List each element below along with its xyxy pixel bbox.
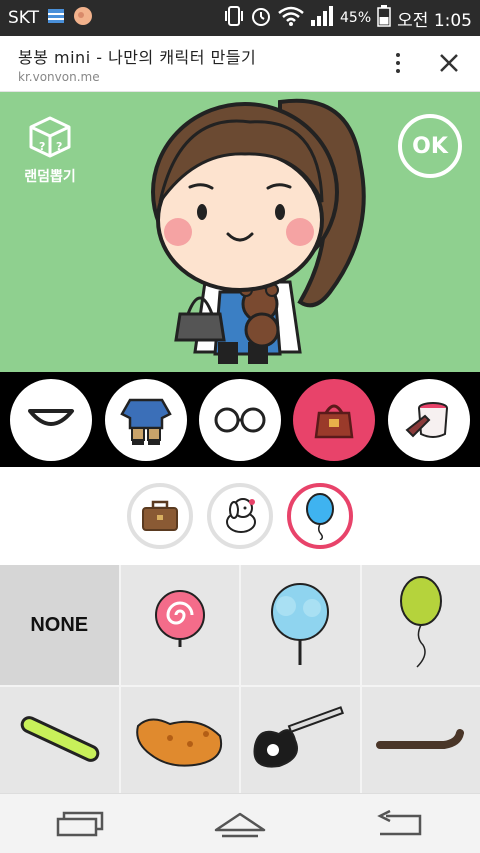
ok-button[interactable]: OK <box>398 114 462 178</box>
data-usage-icon <box>47 7 65 30</box>
home-icon <box>214 812 266 837</box>
category-paint-button[interactable] <box>387 378 470 461</box>
back-icon <box>377 809 422 835</box>
item-electric-guitar[interactable] <box>241 687 360 795</box>
wifi-icon <box>278 6 304 31</box>
subcategory-balloon-button[interactable] <box>287 483 353 549</box>
electric-guitar-icon <box>253 706 345 768</box>
lollipop-icon <box>154 590 205 647</box>
bag-icon <box>314 404 354 438</box>
signal-icon <box>310 5 334 31</box>
svg-text:?: ? <box>56 140 62 153</box>
home-button[interactable] <box>210 804 270 844</box>
close-icon <box>440 54 458 72</box>
balloon-icon <box>306 493 334 540</box>
none-label: NONE <box>30 613 89 636</box>
category-bar <box>0 372 480 467</box>
status-bar: SKT 45% 오전 1:05 <box>0 0 480 36</box>
category-glasses-button[interactable] <box>198 378 281 461</box>
item-lollipop[interactable] <box>120 565 239 685</box>
paint-bucket-icon <box>405 401 448 438</box>
item-cane[interactable] <box>361 687 480 795</box>
vibrate-icon <box>224 5 244 32</box>
page-title: 봉봉 mini - 나만의 캐릭터 만들기 <box>18 48 257 67</box>
character-avatar <box>151 98 366 364</box>
item-cotton-candy[interactable] <box>241 565 360 685</box>
cane-icon <box>375 729 464 749</box>
glasses-icon <box>214 407 266 432</box>
category-outfit-button[interactable] <box>104 378 187 461</box>
alarm-icon <box>250 5 272 32</box>
notification-avatar-icon <box>73 6 93 31</box>
mouth-icon <box>28 408 75 426</box>
item-green-balloon[interactable] <box>361 565 480 685</box>
recent-apps-icon <box>56 811 104 836</box>
browser-header: 봉봉 mini - 나만의 캐릭터 만들기 kr.vonvon.me <box>0 36 480 92</box>
fried-chicken-icon <box>136 718 222 767</box>
item-glow-stick[interactable] <box>0 687 119 795</box>
page-url: kr.vonvon.me <box>18 70 100 84</box>
outfit-icon <box>119 398 172 445</box>
subcategory-pet-button[interactable] <box>207 483 273 549</box>
random-pick-label: 랜덤뽑기 <box>24 169 76 185</box>
back-button[interactable] <box>370 804 430 844</box>
subcategory-briefcase-button[interactable] <box>127 483 193 549</box>
carrier-label: SKT <box>8 8 40 28</box>
recent-apps-button[interactable] <box>50 804 110 844</box>
close-button[interactable] <box>434 48 464 78</box>
dog-icon <box>226 498 256 533</box>
overflow-menu-button[interactable] <box>386 48 410 78</box>
cotton-candy-icon <box>271 583 330 665</box>
random-pick-button[interactable]: ? ? 랜덤뽑기 <box>14 114 86 185</box>
svg-text:?: ? <box>39 140 45 153</box>
item-none[interactable]: NONE <box>0 565 119 685</box>
green-balloon-icon <box>399 576 442 668</box>
category-mouth-button[interactable] <box>10 378 93 461</box>
item-fried-chicken[interactable] <box>120 687 239 795</box>
category-bag-button[interactable] <box>293 378 376 461</box>
briefcase-icon <box>142 500 178 531</box>
battery-icon <box>377 4 391 32</box>
glow-stick-icon <box>20 716 100 762</box>
system-nav-bar <box>0 793 480 853</box>
item-grid: NONE <box>0 565 480 795</box>
character-stage: ? ? 랜덤뽑기 OK <box>0 92 480 372</box>
subcategory-bar <box>0 467 480 565</box>
random-cube-icon: ? ? <box>29 116 71 158</box>
clock-time: 오전 1:05 <box>397 10 472 31</box>
battery-percent: 45% <box>340 10 372 26</box>
